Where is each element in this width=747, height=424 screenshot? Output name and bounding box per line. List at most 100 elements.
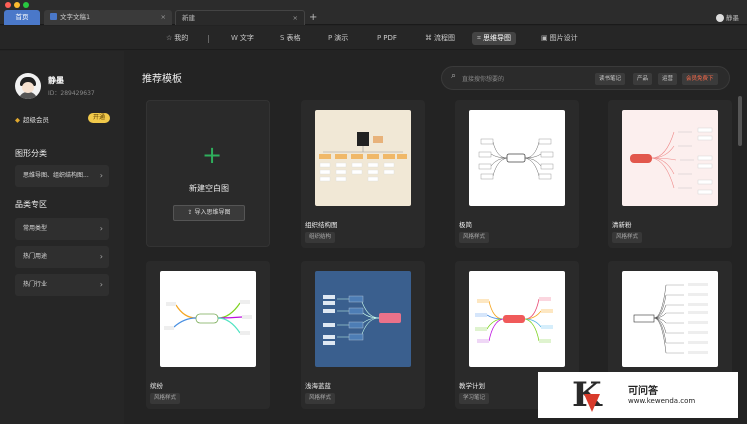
sidebar-item-label: 热门用途	[23, 253, 48, 260]
colorful-mindmap-preview	[164, 300, 252, 335]
watermark-logo-triangle	[584, 394, 600, 412]
template-name: 组织结构图	[305, 221, 338, 229]
open-vip-button[interactable]: 开通	[88, 113, 110, 123]
watermark-name: 可问答	[628, 386, 658, 397]
template-tag[interactable]: 风格样式	[305, 393, 336, 404]
avatar[interactable]	[15, 73, 41, 99]
template-name: 缤纷	[150, 382, 163, 390]
sidebar-item-popular-use[interactable]: 热门用途 ›	[15, 246, 109, 268]
divider	[208, 35, 209, 43]
avatar-body	[19, 92, 37, 99]
template-tag[interactable]: 组织结构	[305, 232, 336, 243]
chevron-right-icon: ›	[99, 280, 103, 289]
close-tab-icon[interactable]: ×	[161, 10, 166, 25]
search-input[interactable]: ⌕ 直接搜你想要的 读书笔记 产品 运营 会员免费下	[441, 66, 730, 90]
sidebar-item-label: 思维导图、组织结构图...	[23, 172, 89, 179]
pink-mindmap-preview	[630, 127, 713, 195]
tab-new[interactable]: 新建 ×	[175, 10, 305, 25]
template-card[interactable]: 极简 风格样式	[455, 100, 579, 248]
profile-id: ID：289429637	[48, 90, 95, 97]
template-tag[interactable]: 风格样式	[459, 232, 490, 243]
tab-document[interactable]: 文字文稿1 ×	[44, 10, 172, 25]
nav-flowchart[interactable]: ⌘ 流程图	[420, 32, 460, 45]
watermark-url: www.kewenda.com	[628, 397, 696, 405]
nav-mindmap[interactable]: ⌗ 思维导图	[472, 32, 516, 45]
template-name: 极简	[459, 221, 472, 229]
nav-writer[interactable]: W 文字	[226, 32, 259, 45]
template-thumbnail	[622, 110, 718, 206]
vip-status: ◆ 超级会员	[15, 114, 49, 124]
search-chip[interactable]: 读书笔记	[595, 73, 626, 85]
search-chip[interactable]: 产品	[633, 73, 653, 85]
chevron-right-icon: ›	[99, 171, 103, 180]
template-thumbnail	[315, 271, 411, 367]
template-tag[interactable]: 风格样式	[612, 232, 643, 243]
template-tag[interactable]: 风格样式	[150, 393, 181, 404]
new-blank-card[interactable]: + 新建空白图 ⇪ 导入思维导图	[146, 100, 270, 247]
template-card[interactable]: 缤纷 风格样式	[146, 261, 270, 409]
close-tab-icon[interactable]: ×	[293, 11, 298, 26]
chevron-right-icon: ›	[99, 224, 103, 233]
section-title-category: 图形分类	[15, 149, 47, 158]
sidebar-item-popular-industry[interactable]: 热门行业 ›	[15, 274, 109, 296]
profile-name: 静墨	[48, 76, 64, 85]
sidebar: 静墨 ID：289429637 ◆ 超级会员 开通 图形分类 思维导图、组织结构图…	[0, 51, 124, 424]
template-thumbnail	[160, 271, 256, 367]
flowchart-icon: ⌘	[425, 34, 432, 42]
search-placeholder: 直接搜你想要的	[462, 76, 505, 83]
nav-label: 图片设计	[549, 34, 578, 42]
section-title-zone: 品类专区	[15, 200, 47, 209]
mindmap-icon: ⌗	[477, 34, 481, 42]
new-blank-label: 新建空白图	[189, 184, 229, 193]
watermark: K 可问答 www.kewenda.com	[538, 372, 738, 418]
search-chip[interactable]: 运营	[658, 73, 678, 85]
template-card[interactable]: 浅海蓝蓝 风格样式	[301, 261, 425, 409]
blue-mindmap-preview	[323, 295, 401, 345]
maximize-window-button[interactable]	[23, 2, 29, 8]
pdf-icon: P	[377, 34, 382, 42]
template-thumbnail	[469, 110, 565, 206]
username: 静墨	[726, 14, 739, 22]
image-design-icon: ▣	[541, 34, 548, 42]
tab-label: 新建	[182, 14, 195, 22]
search-icon: ⌕	[451, 71, 457, 81]
title-bar: 首页 文字文稿1 × 新建 × + 静墨	[0, 0, 747, 25]
vip-label: 超级会员	[23, 116, 49, 124]
slides-icon: P	[328, 34, 333, 42]
template-thumbnail	[315, 110, 411, 206]
tab-label: 文字文稿1	[60, 13, 91, 21]
scrollbar[interactable]	[738, 96, 742, 146]
import-icon: ⇪	[187, 209, 193, 216]
template-tag[interactable]: 学习笔记	[459, 393, 490, 404]
nav-label: 演示	[334, 34, 349, 42]
template-thumbnail	[622, 271, 718, 367]
nav-image-design[interactable]: ▣ 图片设计	[536, 32, 583, 45]
tab-label: 首页	[15, 13, 29, 21]
template-name: 浅海蓝蓝	[305, 382, 331, 390]
new-tab-button[interactable]: +	[309, 10, 317, 25]
vip-icon: ◆	[15, 116, 20, 124]
nav-pdf[interactable]: P PDF	[372, 32, 402, 45]
nav-label: 我的	[174, 34, 189, 42]
minimize-window-button[interactable]	[14, 2, 20, 8]
tab-home[interactable]: 首页	[4, 10, 40, 25]
page-title: 推荐模板	[142, 74, 182, 85]
nav-slides[interactable]: P 演示	[323, 32, 353, 45]
template-card[interactable]: 组织结构图 组织结构	[301, 100, 425, 248]
sheet-icon: S	[280, 34, 285, 42]
nav-label: PDF	[383, 34, 397, 42]
sidebar-item-label: 热门行业	[23, 281, 48, 288]
import-mindmap-button[interactable]: ⇪ 导入思维导图	[173, 205, 245, 221]
template-card[interactable]: 清新粉 风格样式	[608, 100, 732, 248]
template-name: 清新粉	[612, 221, 632, 229]
close-window-button[interactable]	[5, 2, 11, 8]
template-name: 教学计划	[459, 382, 485, 390]
sidebar-item-common[interactable]: 常用类型 ›	[15, 218, 109, 240]
user-menu[interactable]: 静墨	[716, 12, 739, 22]
nav-mine[interactable]: ☆ 我的	[161, 32, 193, 45]
search-chip-hot[interactable]: 会员免费下	[682, 73, 718, 85]
avatar-icon	[716, 14, 724, 22]
sidebar-item-category[interactable]: 思维导图、组织结构图... ›	[15, 165, 109, 187]
nav-label: 文字	[239, 34, 254, 42]
nav-sheet[interactable]: S 表格	[275, 32, 305, 45]
